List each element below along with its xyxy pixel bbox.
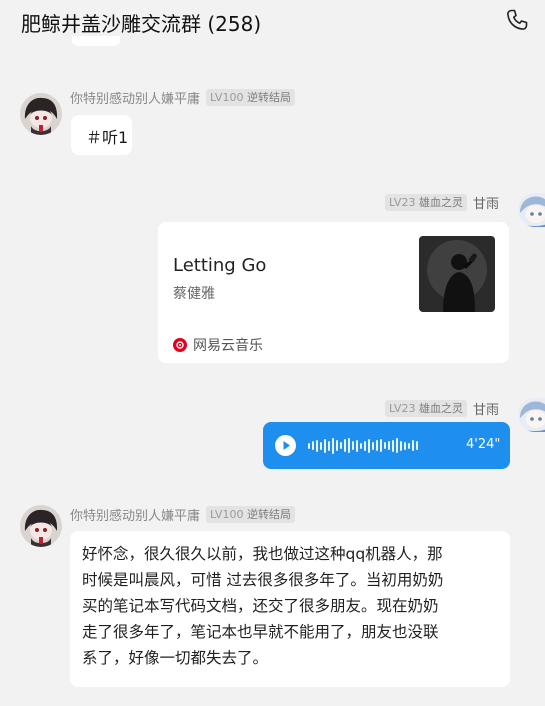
waveform-bar bbox=[308, 442, 310, 449]
level-badge: LV23 bbox=[389, 196, 416, 209]
sender-name[interactable]: 甘雨 bbox=[473, 193, 499, 212]
music-source: 网易云音乐 bbox=[173, 335, 263, 355]
avatar[interactable] bbox=[518, 398, 545, 432]
sender-meta: 你特别感动别人嫌平庸 LV100 逆转结局 bbox=[70, 505, 295, 524]
waveform-bar bbox=[348, 438, 350, 453]
sender-meta: LV23 雄血之灵 甘雨 bbox=[385, 193, 499, 212]
voice-waveform bbox=[308, 437, 418, 454]
waveform-bar bbox=[368, 438, 370, 453]
waveform-bar bbox=[316, 439, 318, 452]
waveform-bar bbox=[380, 439, 382, 452]
title-badge: 雄血之灵 bbox=[418, 402, 463, 415]
song-artist: 蔡健雅 bbox=[173, 286, 215, 302]
waveform-bar bbox=[412, 440, 414, 451]
netease-music-icon bbox=[173, 338, 187, 352]
voice-message[interactable]: 4'24" bbox=[263, 422, 510, 469]
level-badge: LV23 bbox=[389, 402, 416, 415]
sender-name[interactable]: 你特别感动别人嫌平庸 bbox=[70, 505, 200, 524]
message-line: 系了，好像一切都失去了。 bbox=[82, 649, 269, 667]
member-badge: LV23 雄血之灵 bbox=[385, 194, 467, 211]
waveform-bar bbox=[400, 440, 402, 451]
waveform-bar bbox=[320, 441, 322, 450]
phone-icon[interactable] bbox=[505, 8, 529, 32]
sender-name[interactable]: 你特别感动别人嫌平庸 bbox=[70, 88, 200, 107]
waveform-bar bbox=[392, 439, 394, 452]
sender-name[interactable]: 甘雨 bbox=[473, 399, 499, 418]
waveform-bar bbox=[344, 439, 346, 452]
sender-meta: LV23 雄血之灵 甘雨 bbox=[385, 399, 499, 418]
avatar[interactable] bbox=[20, 505, 62, 547]
waveform-bar bbox=[376, 440, 378, 451]
sender-meta: 你特别感动别人嫌平庸 LV100 逆转结局 bbox=[70, 88, 295, 107]
waveform-bar bbox=[388, 441, 390, 450]
waveform-bar bbox=[384, 442, 386, 449]
level-badge: LV100 bbox=[210, 508, 244, 521]
level-badge: LV100 bbox=[210, 91, 244, 104]
waveform-bar bbox=[332, 437, 334, 454]
waveform-bar bbox=[372, 441, 374, 450]
waveform-bar bbox=[328, 440, 330, 451]
music-source-label: 网易云音乐 bbox=[193, 338, 263, 354]
message-line: 买的笔记本写代码文档，还交了很多朋友。现在奶奶 bbox=[82, 597, 439, 615]
waveform-bar bbox=[312, 441, 314, 450]
message-line: 好怀念，很久很久以前，我也做过这种qq机器人，那 bbox=[82, 545, 443, 563]
message-line: 走了很多年了，笔记本也早就不能用了，朋友也没联 bbox=[82, 623, 439, 641]
group-title[interactable]: 肥鲸井盖沙雕交流群 (258) bbox=[21, 8, 261, 37]
waveform-bar bbox=[396, 438, 398, 453]
play-icon[interactable] bbox=[275, 435, 296, 456]
waveform-bar bbox=[416, 441, 418, 450]
waveform-bar bbox=[352, 441, 354, 450]
title-badge: 逆转结局 bbox=[246, 91, 291, 104]
song-title: Letting Go bbox=[173, 255, 267, 276]
waveform-bar bbox=[404, 441, 406, 450]
title-badge: 雄血之灵 bbox=[418, 196, 463, 209]
message-bubble[interactable]: ＃听1 bbox=[71, 115, 132, 155]
waveform-bar bbox=[408, 442, 410, 449]
previous-message-stub bbox=[72, 36, 120, 46]
member-badge: LV100 逆转结局 bbox=[206, 506, 295, 523]
avatar[interactable] bbox=[518, 193, 545, 227]
music-share-card[interactable]: Letting Go 蔡健雅 网易云音乐 bbox=[158, 222, 509, 363]
member-badge: LV100 逆转结局 bbox=[206, 89, 295, 106]
waveform-bar bbox=[340, 442, 342, 449]
waveform-bar bbox=[364, 440, 366, 451]
waveform-bar bbox=[324, 438, 326, 453]
album-cover bbox=[419, 236, 495, 312]
waveform-bar bbox=[360, 442, 362, 449]
message-bubble[interactable]: 好怀念，很久很久以前，我也做过这种qq机器人，那 时候是叫晨风，可惜 过去很多很… bbox=[70, 531, 510, 687]
avatar[interactable] bbox=[20, 93, 62, 135]
waveform-bar bbox=[356, 439, 358, 452]
member-badge: LV23 雄血之灵 bbox=[385, 400, 467, 417]
message-line: 时候是叫晨风，可惜 过去很多很多年了。当初用奶奶 bbox=[82, 571, 444, 589]
title-badge: 逆转结局 bbox=[246, 508, 291, 521]
waveform-bar bbox=[336, 440, 338, 451]
voice-duration: 4'24" bbox=[466, 437, 501, 452]
